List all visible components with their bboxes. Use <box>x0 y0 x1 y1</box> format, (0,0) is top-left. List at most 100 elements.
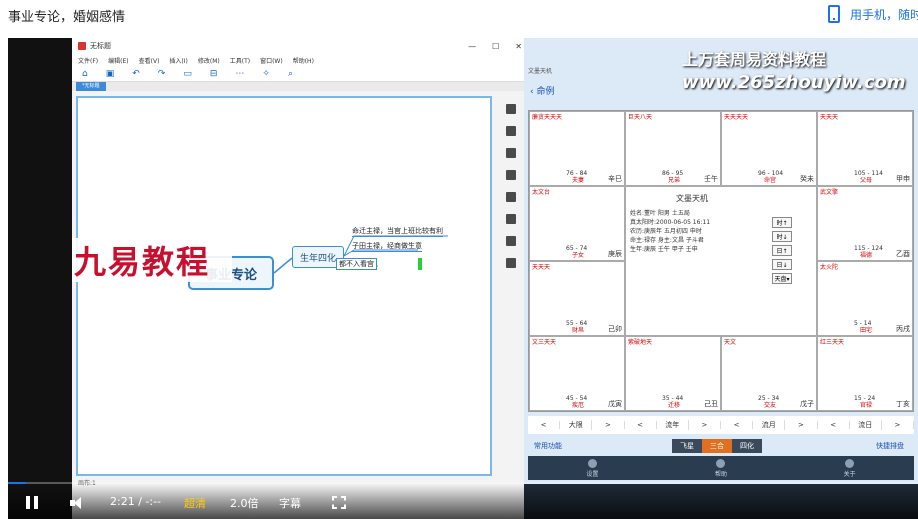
day-next[interactable]: > <box>882 421 915 429</box>
palace-cell[interactable]: 廉贪天天天 76 - 84 夫妻 辛巳 <box>529 111 625 186</box>
mode-tabs: 飞星 三合 四化 <box>672 439 762 453</box>
folder-icon[interactable]: ▭ <box>183 69 192 79</box>
window-controls[interactable]: — ☐ ✕ <box>468 42 530 51</box>
palace-cell[interactable]: 紫破地天 35 - 44 迁移 己丑 <box>625 336 721 411</box>
toolbar: ⌂ ▣ ↶ ↷ ▭ ⊟ ⋯ ✧ ⌕ <box>72 66 530 82</box>
month-label[interactable]: 流月 <box>753 420 786 430</box>
tab-untitled[interactable]: *无标题 <box>76 82 106 91</box>
nav-about[interactable]: 关于 <box>844 458 856 478</box>
more-icon[interactable]: ⋯ <box>235 69 244 79</box>
menu-item-view[interactable]: 查看(V) <box>139 56 160 65</box>
hour-down-button[interactable]: 时↓ <box>772 231 792 242</box>
flag-icon[interactable] <box>506 170 516 180</box>
palace-cell[interactable]: 巨天八天 86 - 95 兄弟 壬午 <box>625 111 721 186</box>
palace-cell[interactable]: 红三天天 15 - 24 官禄 丁亥 <box>817 336 913 411</box>
tab-sanhe[interactable]: 三合 <box>702 439 732 453</box>
menu-item-edit[interactable]: 编辑(E) <box>108 56 128 65</box>
mindmap-connectors <box>273 235 448 274</box>
palace-cell[interactable]: 天文 25 - 34 交友 戊子 <box>721 336 817 411</box>
speed-button[interactable]: 2.0倍 <box>230 495 259 511</box>
text-cursor <box>418 258 422 270</box>
hour-up-button[interactable]: 时↑ <box>772 217 792 228</box>
mobile-link[interactable]: 用手机，随时随地看 <box>828 5 918 23</box>
brand-overlay: 九易教程 <box>72 238 232 282</box>
mindmap-leaf[interactable]: 命迁主禄，当官上班比较有利 <box>352 226 443 237</box>
home-icon[interactable]: ⌂ <box>82 69 88 79</box>
page-title: 事业专论，婚姻感情 <box>8 10 126 25</box>
app-icon <box>78 42 86 50</box>
window-title: 无标题 <box>90 42 111 50</box>
month-next[interactable]: > <box>785 421 818 429</box>
palace-cell[interactable]: 武文擎 115 - 124 福德 乙酉 <box>817 186 913 261</box>
quick-chart-button[interactable]: 快捷排盘 <box>876 441 904 451</box>
palace-cell[interactable]: 文三天天 45 - 54 疾厄 戊寅 <box>529 336 625 411</box>
back-button[interactable]: ‹ 命例 <box>530 84 554 97</box>
palace-cell[interactable]: 太火陀 5 - 14 田宅 丙戌 <box>817 261 913 336</box>
quality-button[interactable]: 超清 <box>184 495 206 511</box>
chart-type-select[interactable]: 天盘▾ <box>772 273 792 284</box>
decade-label[interactable]: 大限 <box>560 420 593 430</box>
fullscreen-icon[interactable] <box>332 496 346 509</box>
decade-next[interactable]: > <box>592 421 625 429</box>
properties-icon[interactable] <box>506 104 516 114</box>
brush-icon[interactable] <box>506 126 516 136</box>
undo-icon[interactable]: ↶ <box>132 69 140 79</box>
year-label[interactable]: 流年 <box>657 420 689 430</box>
mindmap-leaf-editing[interactable]: 都不入看宫 <box>336 258 377 270</box>
back-label: 命例 <box>536 87 555 97</box>
mobile-link-label: 用手机，随时随地看 <box>850 7 918 22</box>
day-down-button[interactable]: 日↓ <box>772 259 792 270</box>
maximize-icon[interactable]: ☐ <box>492 42 499 51</box>
nav-settings[interactable]: 设置 <box>586 458 598 478</box>
subtitles-button[interactable]: 字幕 <box>279 495 301 511</box>
time-display: 2:21 / -:-- <box>110 495 162 508</box>
day-prev[interactable]: < <box>818 421 850 429</box>
comment-icon[interactable] <box>506 236 516 246</box>
decade-prev[interactable]: < <box>528 421 561 429</box>
minimize-icon[interactable]: — <box>468 42 476 51</box>
nav-help[interactable]: 帮助 <box>715 458 727 478</box>
palace-cell[interactable]: 天天天 105 - 114 父母 甲申 <box>817 111 913 186</box>
menu-item-file[interactable]: 文件(F) <box>78 56 98 65</box>
month-prev[interactable]: < <box>721 421 754 429</box>
menu-item-insert[interactable]: 插入(I) <box>169 56 187 65</box>
redo-icon[interactable]: ↷ <box>158 69 166 79</box>
day-label[interactable]: 流日 <box>850 420 882 430</box>
task-icon[interactable] <box>506 258 516 268</box>
year-next[interactable]: > <box>689 421 722 429</box>
palace-cell[interactable]: 天天天 55 - 64 财帛 己卯 <box>529 261 625 336</box>
menu-item-modify[interactable]: 修改(M) <box>198 56 220 65</box>
center-title: 文墨天机 <box>676 194 708 203</box>
common-functions-button[interactable]: 常用功能 <box>534 441 562 451</box>
menu-item-tools[interactable]: 工具(T) <box>230 56 250 65</box>
tab-sihua[interactable]: 四化 <box>732 439 762 453</box>
volume-icon[interactable] <box>70 496 86 510</box>
day-up-button[interactable]: 日↑ <box>772 245 792 256</box>
bottom-nav: 设置 帮助 关于 <box>528 456 914 480</box>
phone-icon <box>828 5 840 23</box>
close-icon[interactable]: ✕ <box>515 42 522 51</box>
right-sidebar <box>496 96 526 476</box>
mindmap-leaf[interactable]: 子田主禄，经商做生意 <box>352 241 422 252</box>
ziwei-chart: 廉贪天天天 76 - 84 夫妻 辛巳 巨天八天 86 - 95 兄弟 壬午 天天天天 96 … <box>528 110 914 412</box>
year-prev[interactable]: < <box>625 421 657 429</box>
pause-icon[interactable] <box>26 496 38 509</box>
palace-cell[interactable]: 天天天天 96 - 104 命宫 癸未 <box>721 111 817 186</box>
mindmap-canvas[interactable]: 事业专论 生年四化 命迁主禄，当官上班比较有利 子田主禄，经商做生意 都不入看宫 <box>76 96 492 476</box>
video-player[interactable]: 无标题 — ☐ ✕ 文件(F) 编辑(E) 查看(V) 插入(I) 修改(M) 工具… <box>8 38 918 519</box>
settings-icon <box>587 458 597 468</box>
save-icon[interactable]: ▣ <box>106 69 115 79</box>
mindmap-window: 无标题 — ☐ ✕ 文件(F) 编辑(E) 查看(V) 插入(I) 修改(M) 工具… <box>72 38 530 519</box>
tab-flying-stars[interactable]: 飞星 <box>672 439 702 453</box>
zoom-icon[interactable]: ⌕ <box>288 69 293 79</box>
note-icon[interactable] <box>506 214 516 224</box>
image-icon[interactable] <box>506 148 516 158</box>
idea-icon[interactable]: ✧ <box>262 69 270 79</box>
topic-icon[interactable]: ⊟ <box>210 69 218 79</box>
palace-cell[interactable]: 太文台 65 - 74 子女 庚辰 <box>529 186 625 261</box>
menu-item-window[interactable]: 窗口(W) <box>260 56 283 65</box>
player-controls: 2:21 / -:-- 超清 2.0倍 字幕 <box>8 484 918 519</box>
outline-icon[interactable] <box>506 192 516 202</box>
watermark-title: 上万套周易资料教程 <box>682 50 827 69</box>
menu-item-help[interactable]: 帮助(H) <box>293 56 314 65</box>
